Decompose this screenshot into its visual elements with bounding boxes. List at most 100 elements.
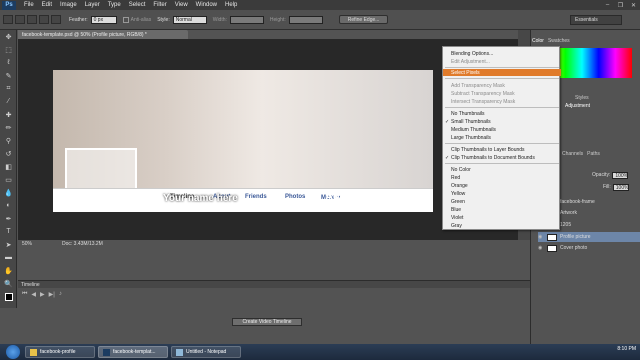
history-brush-tool-icon[interactable]: ↺ bbox=[0, 147, 17, 160]
document-tab[interactable]: facebook-template.psd @ 50% (Profile pic… bbox=[18, 30, 188, 39]
menu-item-blending-options[interactable]: Blending Options... bbox=[443, 50, 561, 57]
menu-item-no-thumbnails[interactable]: No Thumbnails bbox=[443, 110, 561, 117]
next-frame-icon[interactable]: ▶| bbox=[49, 291, 55, 298]
task-facebook-profile[interactable]: facebook-profile bbox=[25, 346, 95, 358]
menu-item-green[interactable]: Green bbox=[443, 198, 561, 205]
menu-item-red[interactable]: Red bbox=[443, 174, 561, 181]
menu-select[interactable]: Select bbox=[125, 2, 150, 8]
create-video-timeline-button[interactable]: Create Video Timeline bbox=[232, 318, 302, 326]
pen-tool-icon[interactable]: ✒ bbox=[0, 212, 17, 225]
dodge-tool-icon[interactable]: ◐ bbox=[0, 199, 17, 212]
menu-item-orange[interactable]: Orange bbox=[443, 182, 561, 189]
new-selection-icon[interactable] bbox=[15, 15, 25, 24]
menu-item-intersect-transparency-mask: Intersect Transparency Mask bbox=[451, 98, 516, 105]
system-clock[interactable]: 8:10 PM bbox=[617, 346, 636, 352]
menu-image[interactable]: Image bbox=[56, 2, 81, 8]
hand-tool-icon[interactable]: ✋ bbox=[0, 264, 17, 277]
menu-window[interactable]: Window bbox=[192, 2, 221, 8]
refine-edge-button[interactable]: Refine Edge... bbox=[338, 15, 389, 24]
fill-input[interactable]: 100% bbox=[612, 184, 629, 191]
menu-item-gray[interactable]: Gray bbox=[443, 222, 561, 229]
antialias-checkbox[interactable] bbox=[122, 16, 129, 23]
layer-name: Profile picture bbox=[560, 234, 591, 240]
eyedropper-tool-icon[interactable]: ⁄ bbox=[0, 95, 17, 108]
subtract-selection-icon[interactable] bbox=[39, 15, 49, 24]
layer-row-selected[interactable]: ◉ Profile picture bbox=[538, 232, 640, 242]
opacity-label: Opacity: bbox=[592, 172, 611, 178]
fill-label: Fill: bbox=[603, 184, 611, 190]
tab-styles[interactable]: Styles bbox=[575, 95, 589, 101]
first-frame-icon[interactable]: ⏮ bbox=[22, 291, 27, 298]
minimize-button[interactable]: – bbox=[601, 0, 614, 10]
visibility-eye-icon[interactable]: ◉ bbox=[538, 245, 544, 251]
intersect-selection-icon[interactable] bbox=[51, 15, 61, 24]
timeline-controls: ⏮ ◀ ▶ ▶| ♪ bbox=[22, 291, 62, 298]
menu-item-no-color[interactable]: No Color bbox=[443, 166, 561, 173]
task-photoshop[interactable]: facebook-templat... bbox=[98, 346, 168, 358]
visibility-eye-icon[interactable]: ◉ bbox=[538, 234, 544, 240]
timeline-panel bbox=[18, 288, 530, 344]
add-selection-icon[interactable] bbox=[27, 15, 37, 24]
healing-tool-icon[interactable]: ✚ bbox=[0, 108, 17, 121]
tab-channels[interactable]: Channels bbox=[562, 151, 583, 157]
layer-row[interactable]: ◉ Cover photo bbox=[538, 243, 640, 253]
layer-name: Cover photo bbox=[560, 245, 588, 251]
check-icon: ✓ bbox=[445, 118, 450, 125]
play-icon[interactable]: ▶ bbox=[40, 291, 45, 298]
menu-item-select-pixels[interactable]: Select Pixels bbox=[443, 69, 561, 76]
color-swatches-icon[interactable] bbox=[0, 290, 17, 303]
blur-tool-icon[interactable]: 💧 bbox=[0, 186, 17, 199]
quick-select-tool-icon[interactable]: ✎ bbox=[0, 69, 17, 82]
start-button[interactable] bbox=[6, 345, 20, 359]
type-tool-icon[interactable]: T bbox=[0, 225, 17, 238]
menu-edit[interactable]: Edit bbox=[38, 2, 56, 8]
style-select[interactable]: Normal bbox=[172, 15, 207, 24]
menu-type[interactable]: Type bbox=[104, 2, 125, 8]
prev-frame-icon[interactable]: ◀ bbox=[31, 291, 36, 298]
check-icon: ✓ bbox=[445, 154, 450, 161]
shape-tool-icon[interactable]: ▬ bbox=[0, 251, 17, 264]
lasso-tool-icon[interactable]: ℓ bbox=[0, 56, 17, 69]
audio-icon[interactable]: ♪ bbox=[59, 291, 62, 298]
menu-bar: Ps File Edit Image Layer Type Select Fil… bbox=[0, 0, 640, 10]
menu-file[interactable]: File bbox=[20, 2, 38, 8]
menu-layer[interactable]: Layer bbox=[81, 2, 104, 8]
tab-paths[interactable]: Paths bbox=[587, 151, 600, 157]
brush-tool-icon[interactable]: ✏ bbox=[0, 121, 17, 134]
menu-item-yellow[interactable]: Yellow bbox=[443, 190, 561, 197]
task-notepad[interactable]: Untitled - Notepad bbox=[171, 346, 241, 358]
move-tool-icon[interactable]: ✥ bbox=[0, 30, 17, 43]
zoom-tool-icon[interactable]: 🔍 bbox=[0, 277, 17, 290]
width-input[interactable] bbox=[229, 15, 264, 24]
marquee-tool-icon[interactable]: ⬚ bbox=[0, 43, 17, 56]
menu-help[interactable]: Help bbox=[221, 2, 241, 8]
menu-item-blue[interactable]: Blue bbox=[443, 206, 561, 213]
menu-filter[interactable]: Filter bbox=[149, 2, 170, 8]
zoom-level[interactable]: 50% bbox=[22, 241, 62, 247]
marquee-tool-preset-icon[interactable] bbox=[3, 15, 13, 24]
menu-item-clip-document-bounds[interactable]: ✓ Clip Thumbnails to Document Bounds bbox=[443, 154, 561, 161]
timeline-title: Timeline bbox=[21, 281, 40, 288]
path-select-tool-icon[interactable]: ➤ bbox=[0, 238, 17, 251]
menu-view[interactable]: View bbox=[171, 2, 192, 8]
feather-input[interactable]: 0 px bbox=[90, 15, 117, 24]
eraser-tool-icon[interactable]: ◧ bbox=[0, 160, 17, 173]
menu-item-medium-thumbnails[interactable]: Medium Thumbnails bbox=[443, 126, 561, 133]
crop-tool-icon[interactable]: ⌗ bbox=[0, 82, 17, 95]
restore-button[interactable]: ❐ bbox=[614, 0, 627, 10]
menu-item-violet[interactable]: Violet bbox=[443, 214, 561, 221]
clone-stamp-tool-icon[interactable]: ⚲ bbox=[0, 134, 17, 147]
tab-color[interactable]: Color bbox=[532, 38, 544, 44]
menu-item-large-thumbnails[interactable]: Large Thumbnails bbox=[443, 134, 561, 141]
workspace-select[interactable]: Essentials bbox=[570, 15, 622, 25]
opacity-input[interactable]: 100% bbox=[612, 172, 629, 179]
menu-item-small-thumbnails[interactable]: ✓ Small Thumbnails bbox=[443, 118, 561, 125]
gradient-tool-icon[interactable]: ▭ bbox=[0, 173, 17, 186]
menu-item-clip-layer-bounds[interactable]: Clip Thumbnails to Layer Bounds bbox=[443, 146, 561, 153]
folder-icon bbox=[30, 348, 37, 356]
width-label: Width: bbox=[212, 16, 227, 23]
close-button[interactable]: ✕ bbox=[627, 0, 640, 10]
height-input[interactable] bbox=[288, 15, 323, 24]
timeline-panel-header: Timeline bbox=[18, 280, 530, 288]
tab-swatches[interactable]: Swatches bbox=[548, 38, 570, 44]
